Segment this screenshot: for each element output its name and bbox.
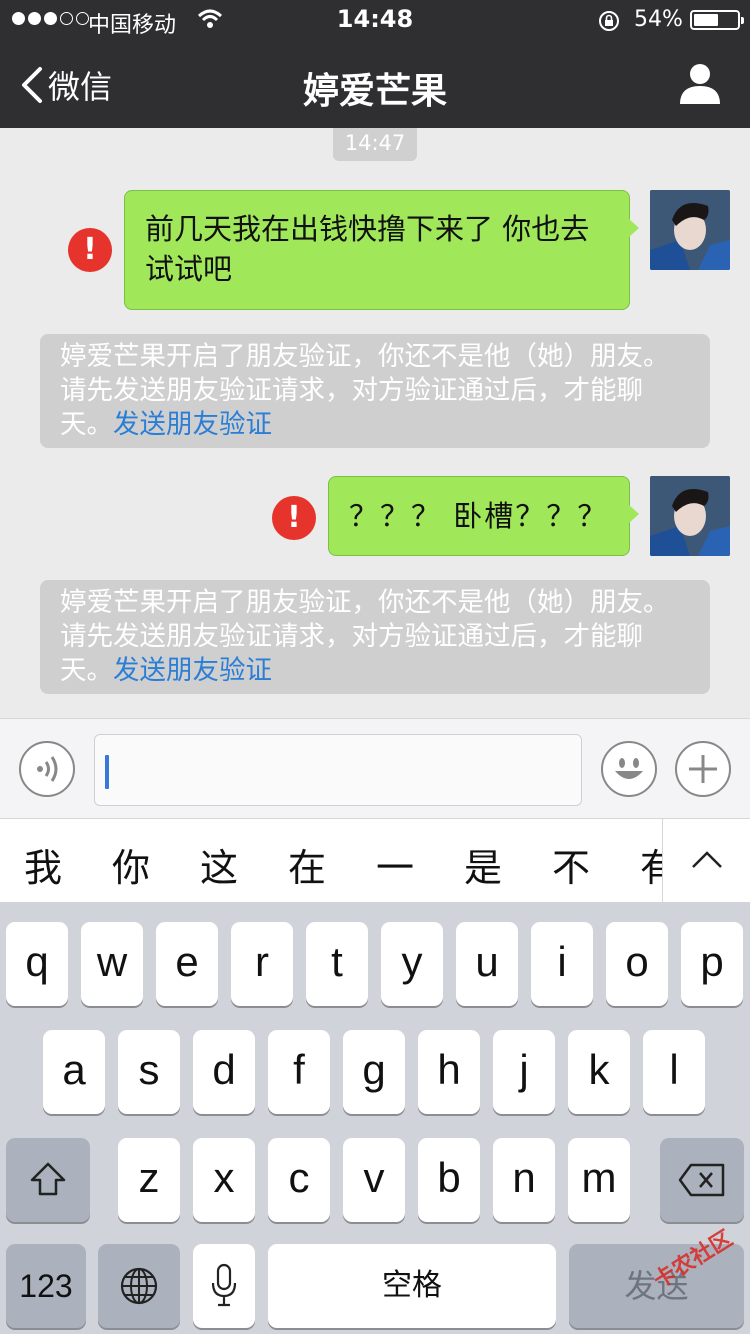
message-input[interactable] xyxy=(94,734,582,806)
voice-button[interactable] xyxy=(19,741,75,797)
delete-key[interactable] xyxy=(660,1138,744,1222)
divider xyxy=(662,819,663,903)
candidate-word[interactable]: 我 xyxy=(24,837,62,892)
key-z[interactable]: z xyxy=(118,1138,180,1222)
key-l[interactable]: l xyxy=(643,1030,705,1114)
sent-message-bubble[interactable]: ？？？ 卧槽？？？ xyxy=(328,476,639,556)
key-b[interactable]: b xyxy=(418,1138,480,1222)
key-k[interactable]: k xyxy=(568,1030,630,1114)
message-timestamp: 14:47 xyxy=(333,128,417,161)
candidate-word[interactable]: 是 xyxy=(464,837,502,892)
smiley-icon xyxy=(615,758,643,779)
send-friend-request-link[interactable]: 发送朋友验证 xyxy=(113,655,272,686)
candidate-word[interactable]: 你 xyxy=(112,837,150,892)
back-button[interactable]: 微信 xyxy=(18,62,112,108)
key-g[interactable]: g xyxy=(343,1030,405,1114)
emoji-button[interactable] xyxy=(601,741,657,797)
voice-icon xyxy=(37,756,58,782)
space-key[interactable]: 空格 xyxy=(268,1244,556,1328)
key-e[interactable]: e xyxy=(156,922,218,1006)
candidate-word[interactable]: 有 xyxy=(640,837,662,892)
key-h[interactable]: h xyxy=(418,1030,480,1114)
status-bar: 中国移动 14:48 54% xyxy=(0,0,750,40)
key-j[interactable]: j xyxy=(493,1030,555,1114)
key-n[interactable]: n xyxy=(493,1138,555,1222)
key-u[interactable]: u xyxy=(456,922,518,1006)
key-s[interactable]: s xyxy=(118,1030,180,1114)
candidate-word[interactable]: 一 xyxy=(376,837,414,892)
chevron-left-icon xyxy=(22,67,42,103)
dictation-key[interactable] xyxy=(193,1244,255,1328)
sent-message-bubble[interactable]: 前几天我在出钱快撸下来了 你也去试试吧 xyxy=(124,190,639,310)
text-caret xyxy=(105,755,109,789)
more-button[interactable] xyxy=(675,741,731,797)
numbers-key[interactable]: 123 xyxy=(6,1244,86,1328)
key-p[interactable]: p xyxy=(681,922,743,1006)
keyboard: q w e r t y u i o p a s d f g h j k l z … xyxy=(0,902,750,1334)
avatar[interactable] xyxy=(650,476,730,556)
key-x[interactable]: x xyxy=(193,1138,255,1222)
battery-percent: 54% xyxy=(634,7,683,32)
key-t[interactable]: t xyxy=(306,922,368,1006)
top-bar: 中国移动 14:48 54% 微信 婷爱芒果 xyxy=(0,0,750,128)
system-message: 婷爱芒果开启了朋友验证，你还不是他（她）朋友。请先发送朋友验证请求，对方验证通过… xyxy=(40,334,710,448)
candidate-word[interactable]: 不 xyxy=(552,837,590,892)
key-q[interactable]: q xyxy=(6,922,68,1006)
back-label: 微信 xyxy=(48,68,113,106)
microphone-icon xyxy=(211,1263,237,1307)
chat-area[interactable]: 14:47 ! 前几天我在出钱快撸下来了 你也去试试吧 婷爱芒果开启了朋友验证，… xyxy=(0,128,750,718)
key-a[interactable]: a xyxy=(43,1030,105,1114)
key-f[interactable]: f xyxy=(268,1030,330,1114)
key-d[interactable]: d xyxy=(193,1030,255,1114)
globe-icon xyxy=(120,1267,158,1305)
key-v[interactable]: v xyxy=(343,1138,405,1222)
candidate-word[interactable]: 在 xyxy=(288,837,326,892)
avatar[interactable] xyxy=(650,190,730,270)
key-i[interactable]: i xyxy=(531,922,593,1006)
shift-key[interactable] xyxy=(6,1138,90,1222)
key-o[interactable]: o xyxy=(606,922,668,1006)
backspace-icon xyxy=(678,1163,725,1197)
page-title: 婷爱芒果 xyxy=(302,71,447,112)
key-c[interactable]: c xyxy=(268,1138,330,1222)
send-failed-icon[interactable]: ! xyxy=(68,228,112,272)
key-w[interactable]: w xyxy=(81,922,143,1006)
key-m[interactable]: m xyxy=(568,1138,630,1222)
key-r[interactable]: r xyxy=(231,922,293,1006)
candidate-word[interactable]: 这 xyxy=(200,837,238,892)
shift-icon xyxy=(30,1162,66,1196)
key-y[interactable]: y xyxy=(381,922,443,1006)
send-failed-icon[interactable]: ! xyxy=(272,496,316,540)
chevron-up-icon[interactable] xyxy=(690,845,724,875)
candidate-bar: 我 你 这 在 一 是 不 有 xyxy=(0,818,750,903)
plus-icon xyxy=(689,755,717,783)
profile-icon[interactable] xyxy=(678,62,722,104)
input-bar xyxy=(0,718,750,818)
rotation-lock-icon xyxy=(599,11,619,31)
system-message: 婷爱芒果开启了朋友验证，你还不是他（她）朋友。请先发送朋友验证请求，对方验证通过… xyxy=(40,580,710,694)
battery-icon xyxy=(690,10,744,30)
globe-key[interactable] xyxy=(98,1244,180,1328)
send-friend-request-link[interactable]: 发送朋友验证 xyxy=(113,409,272,440)
